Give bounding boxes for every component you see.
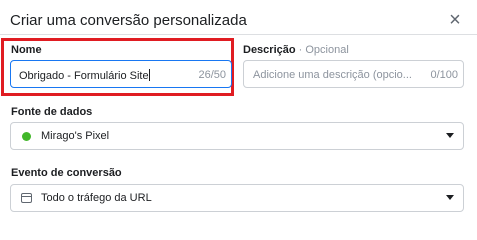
dialog-title: Criar uma conversão personalizada [10, 12, 247, 29]
conversion-event-label: Evento de conversão [11, 167, 122, 179]
browser-window-icon [21, 193, 32, 203]
data-source-select[interactable]: Mirago's Pixel [10, 122, 464, 150]
name-char-counter: 26/50 [198, 69, 226, 81]
header-divider [0, 34, 477, 35]
pixel-status-dot [22, 132, 31, 141]
name-label: Nome [11, 44, 42, 56]
chevron-down-icon [446, 133, 454, 138]
data-source-label: Fonte de dados [11, 106, 93, 118]
name-input-value: Obrigado - Formulário Site [19, 70, 149, 82]
description-placeholder: Adicione uma descrição (opcio... [253, 69, 412, 81]
text-cursor [148, 69, 150, 81]
chevron-down-icon [446, 195, 454, 200]
close-icon[interactable]: × [446, 10, 464, 30]
description-label-text: Descrição [243, 44, 296, 56]
conversion-event-select[interactable]: Todo o tráfego da URL [10, 184, 464, 212]
name-input[interactable]: Obrigado - Formulário Site 26/50 [10, 60, 232, 88]
description-char-counter: 0/100 [430, 69, 458, 81]
data-source-value: Mirago's Pixel [41, 130, 110, 142]
description-label: Descrição · Opcional [243, 44, 349, 56]
conversion-event-value: Todo o tráfego da URL [41, 192, 152, 204]
description-separator: · [295, 44, 306, 56]
description-optional-tag: Opcional [305, 44, 349, 56]
description-input[interactable]: Adicione uma descrição (opcio... 0/100 [243, 60, 464, 88]
